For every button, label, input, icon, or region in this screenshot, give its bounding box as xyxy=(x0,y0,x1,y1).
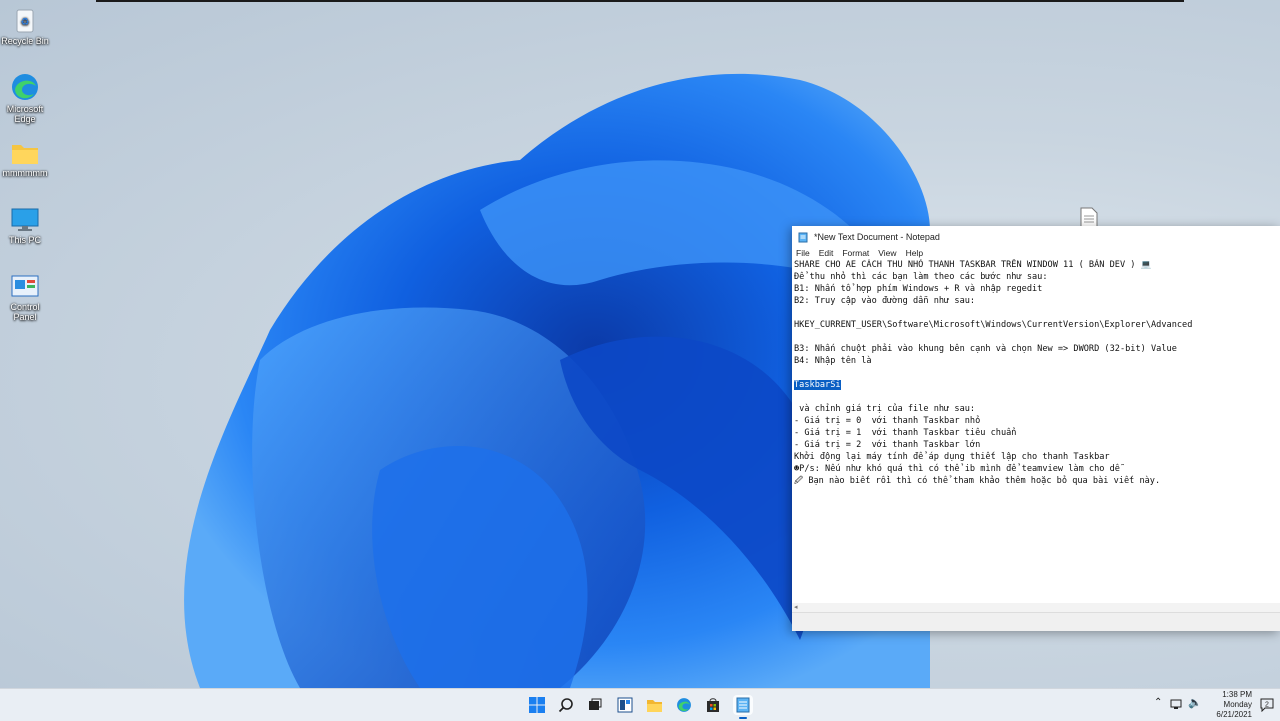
file-explorer-button[interactable] xyxy=(644,695,664,715)
desktop-icon-edge[interactable]: Microsoft Edge xyxy=(0,72,50,124)
chevron-up-icon[interactable]: ⌃ xyxy=(1154,697,1162,708)
text-line: B2: Truy cập vào đường dẫn như sau: xyxy=(794,296,976,306)
edge-taskbar-button[interactable] xyxy=(674,695,694,715)
notepad-title: *New Text Document - Notepad xyxy=(814,232,940,242)
clock[interactable]: 1:38 PM Monday 6/21/2021 xyxy=(1200,690,1252,720)
taskbar: ⌃ 🔈 1:38 PM Monday 6/21/2021 2 xyxy=(0,688,1280,721)
svg-text:♻: ♻ xyxy=(21,17,30,28)
screen-top-edge xyxy=(96,0,1184,2)
notifications-icon[interactable]: 2 xyxy=(1260,698,1274,712)
recycle-bin-icon: ♻ xyxy=(16,9,34,33)
desktop: ♻ Recycle Bin Microsoft Edge mmmmmm This… xyxy=(0,0,1280,688)
menu-view[interactable]: View xyxy=(878,248,896,258)
network-icon[interactable] xyxy=(1170,699,1182,710)
text-line: SHARE CHO AE CÁCH THU NHỎ THANH TASKBAR … xyxy=(794,260,1152,270)
menu-file[interactable]: File xyxy=(796,248,810,258)
text-line: 🖉 Bạn nào biết rồi thì có thể tham khảo … xyxy=(794,476,1161,486)
scroll-left-icon[interactable]: ◂ xyxy=(794,603,798,611)
text-line: TaskbarSi xyxy=(794,379,1280,391)
edge-icon xyxy=(677,698,691,712)
desktop-icon-control-panel[interactable]: Control Panel xyxy=(0,274,50,322)
notepad-taskbar-button[interactable] xyxy=(733,695,753,719)
control-panel-icon xyxy=(11,275,39,297)
text-line: ☻P/s: Nếu như khó quá thì có thể ib mình… xyxy=(794,464,1120,474)
widgets-icon xyxy=(617,697,633,713)
file-explorer-icon xyxy=(646,699,662,712)
text-line xyxy=(794,331,1280,343)
folder-icon xyxy=(12,145,38,164)
menu-edit[interactable]: Edit xyxy=(819,248,834,258)
svg-text:2: 2 xyxy=(1265,702,1269,709)
menu-help[interactable]: Help xyxy=(906,248,923,258)
desktop-icon-label: Recycle Bin xyxy=(1,36,49,46)
text-line: Để thu nhỏ thì các bạn làm theo các bước… xyxy=(794,272,1048,282)
desktop-icon-folder[interactable]: mmmmmm xyxy=(0,140,50,178)
text-line: - Giá trị = 0 với thanh Taskbar nhỏ xyxy=(794,416,981,426)
text-line: - Giá trị = 1 với thanh Taskbar tiêu chu… xyxy=(794,428,1017,438)
desktop-icon-recycle-bin[interactable]: ♻ Recycle Bin xyxy=(0,6,50,46)
notepad-status-bar xyxy=(792,612,1280,631)
desktop-icon-label: mmmmmm xyxy=(2,168,48,178)
desktop-icon-label: Control Panel xyxy=(10,302,40,322)
search-button[interactable] xyxy=(556,695,576,715)
start-icon xyxy=(529,697,545,713)
text-line: B1: Nhấn tổ hợp phím Windows + R và nhập… xyxy=(794,284,1043,294)
clock-date: 6/21/2021 xyxy=(1216,710,1252,719)
running-indicator xyxy=(739,717,747,719)
desktop-icon-label: This PC xyxy=(8,235,41,245)
search-icon xyxy=(558,698,573,713)
text-line xyxy=(794,391,1280,403)
task-view-icon xyxy=(589,698,602,710)
monitor-icon xyxy=(11,208,39,231)
text-line xyxy=(794,307,1280,319)
desktop-icon-this-pc[interactable]: This PC xyxy=(0,207,50,245)
store-icon xyxy=(707,698,719,712)
clock-time: 1:38 PM xyxy=(1222,690,1252,699)
notepad-icon xyxy=(736,697,750,713)
notepad-window[interactable]: *New Text Document - Notepad File Edit F… xyxy=(792,226,1280,631)
store-button[interactable] xyxy=(703,695,723,715)
edge-icon xyxy=(12,74,38,100)
text-line: và chỉnh giá trị của file như sau: xyxy=(794,404,976,414)
widgets-button[interactable] xyxy=(615,695,635,715)
task-view-button[interactable] xyxy=(585,695,605,715)
start-button[interactable] xyxy=(527,695,547,715)
notepad-menu-bar: File Edit Format View Help xyxy=(792,246,1280,260)
text-line: HKEY_CURRENT_USER\Software\Microsoft\Win… xyxy=(794,320,1193,330)
notepad-icon xyxy=(798,232,808,242)
menu-format[interactable]: Format xyxy=(842,248,869,258)
text-line: - Giá trị = 2 với thanh Taskbar lớn xyxy=(794,440,981,450)
notepad-title-bar[interactable]: *New Text Document - Notepad xyxy=(792,226,1280,246)
notepad-text-area[interactable]: SHARE CHO AE CÁCH THU NHỎ THANH TASKBAR … xyxy=(794,259,1280,609)
text-line xyxy=(794,367,1280,379)
text-line: Khởi động lại máy tính để áp dụng thiết … xyxy=(794,452,1110,462)
text-line: B4: Nhập tên là xyxy=(794,356,872,366)
selected-text: TaskbarSi xyxy=(794,380,841,390)
text-line: B3: Nhấn chuột phải vào khung bên cạnh v… xyxy=(794,344,1177,354)
clock-day: Monday xyxy=(1223,700,1252,709)
desktop-icon-label: Microsoft Edge xyxy=(6,104,44,124)
